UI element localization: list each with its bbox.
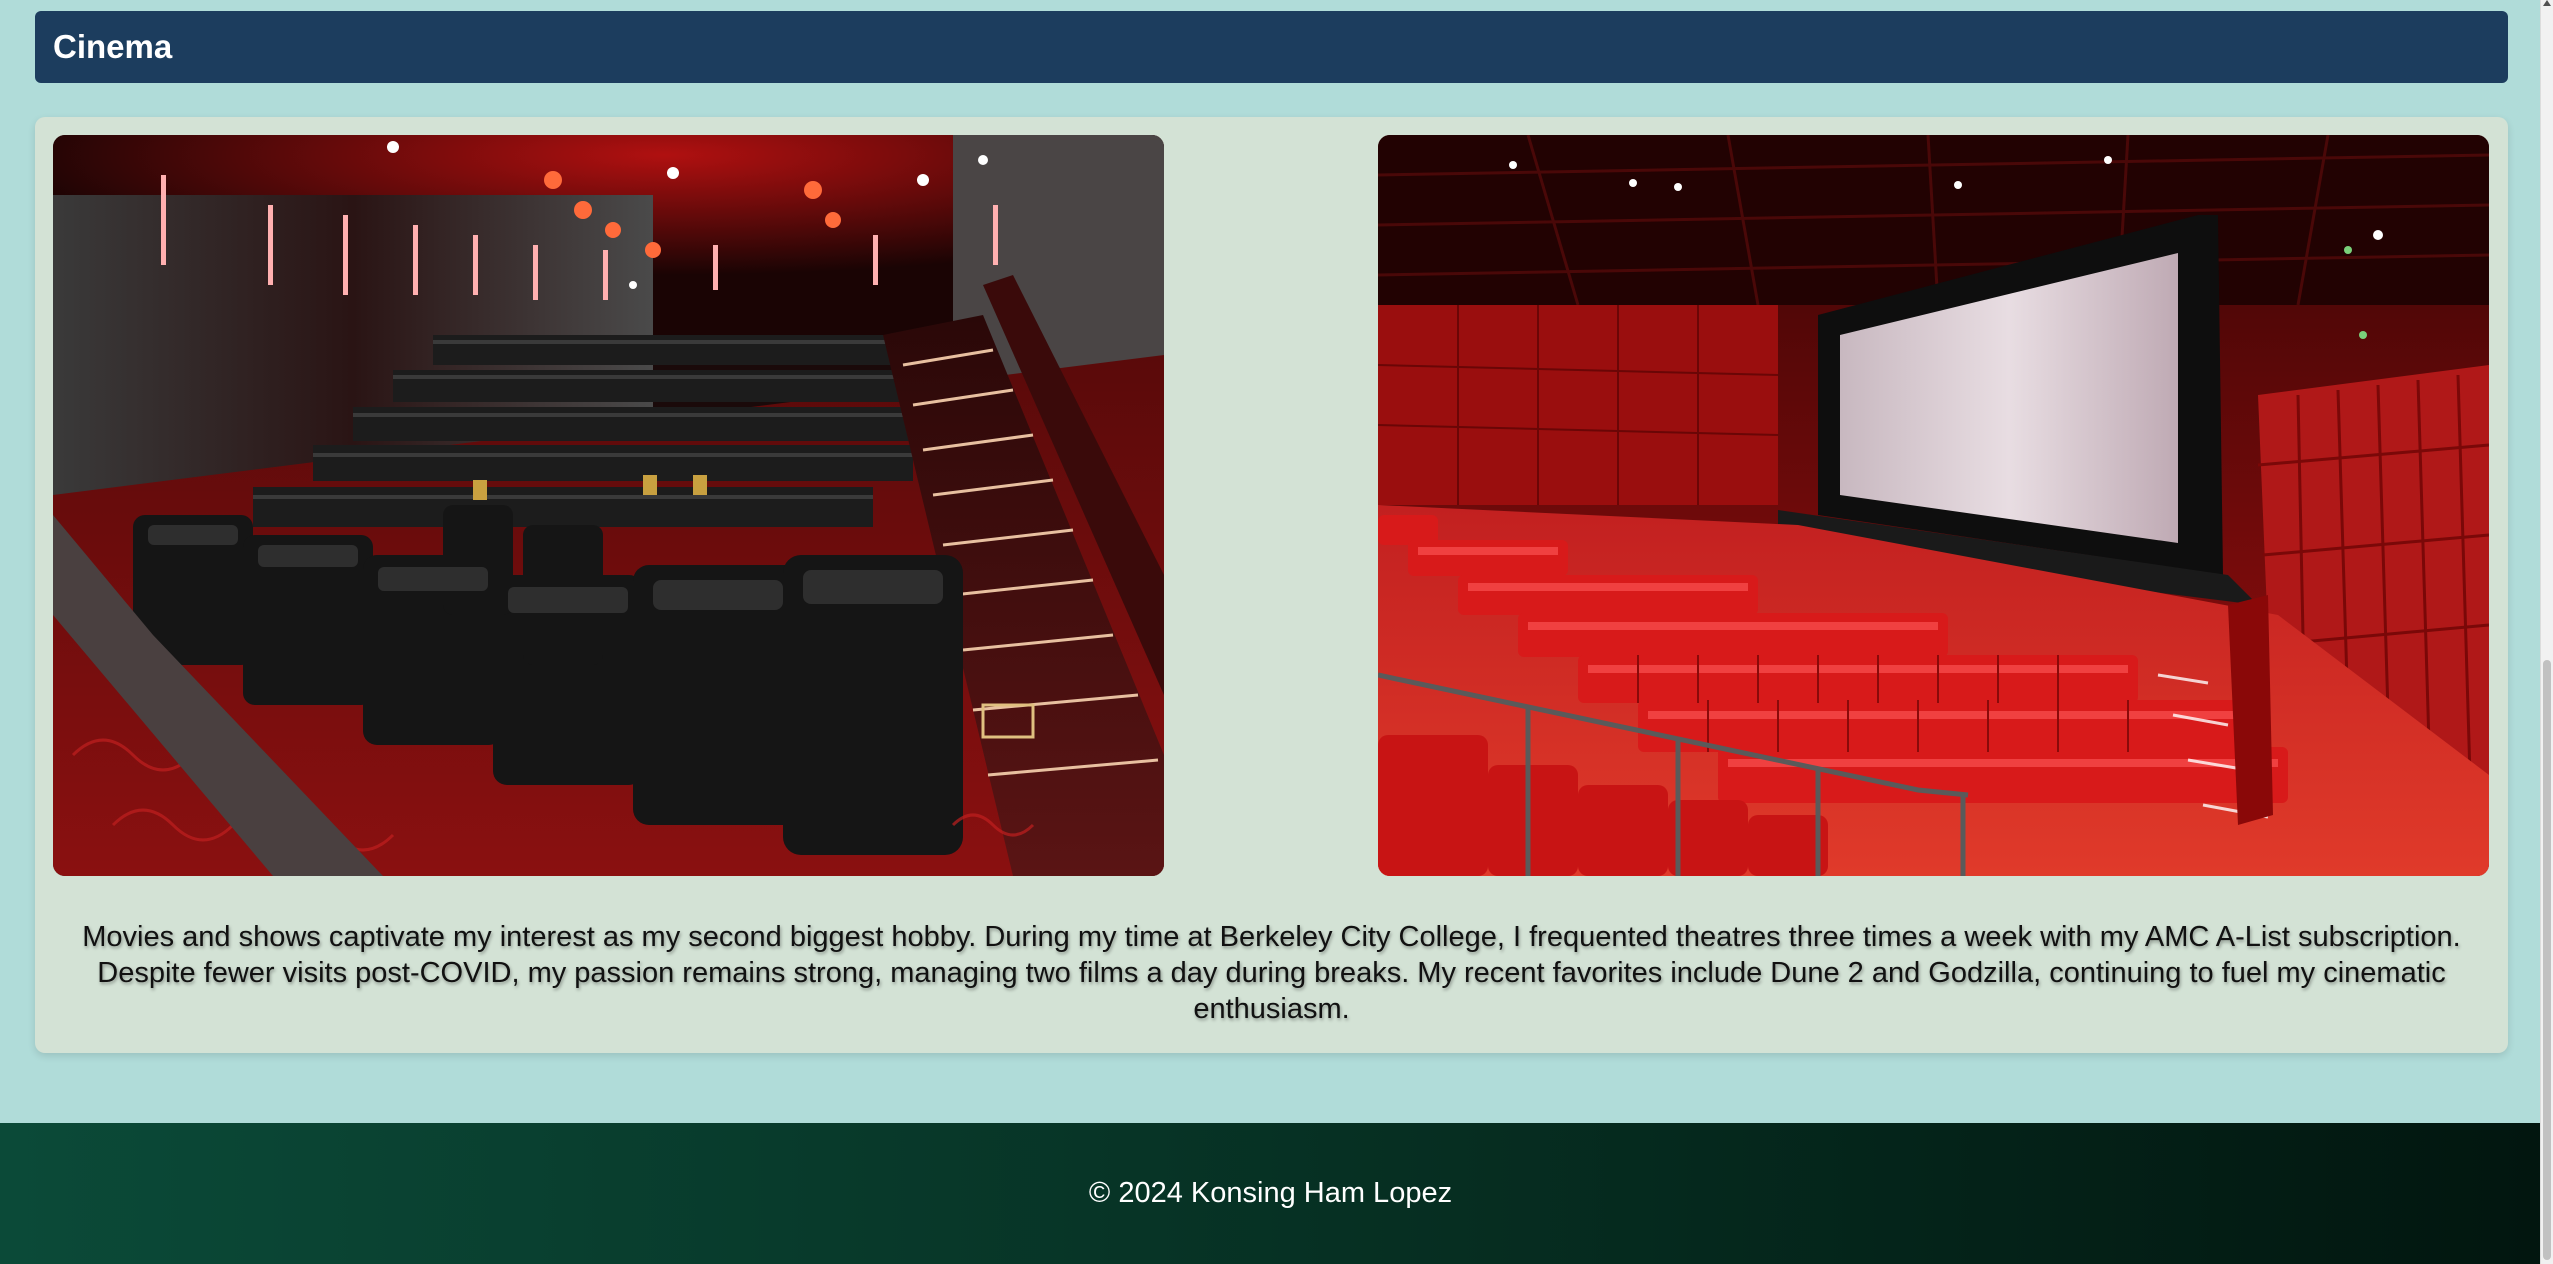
scrollbar-thumb[interactable] — [2543, 660, 2551, 1260]
page-footer: © 2024 Konsing Ham Lopez — [0, 1123, 2541, 1264]
footer-copyright: © 2024 Konsing Ham Lopez — [1088, 1177, 1453, 1209]
cinema-description: Movies and shows captivate my interest a… — [82, 921, 2461, 1025]
vertical-scrollbar[interactable] — [2540, 0, 2553, 1264]
theater-recliners-photo — [53, 135, 1164, 876]
auditorium-screen-photo — [1378, 135, 2489, 876]
page: Cinema Movies and shows captivate my int… — [0, 0, 2553, 1264]
cinema-card: Movies and shows captivate my interest a… — [35, 117, 2508, 1053]
scroll-up-arrow-icon[interactable] — [2543, 0, 2551, 6]
section-title: Cinema — [53, 28, 173, 65]
section-header: Cinema — [35, 11, 2508, 83]
